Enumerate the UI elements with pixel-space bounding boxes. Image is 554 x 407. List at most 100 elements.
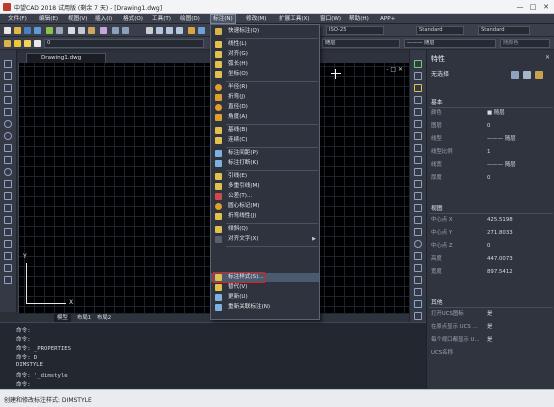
menu-item-center-mark[interactable]: 圆心标记(M): [211, 202, 319, 211]
zoom-extents-icon[interactable]: [414, 312, 422, 320]
insert-block-icon[interactable]: [4, 192, 12, 200]
menu-item-reassociate[interactable]: 重新关联标注(N): [211, 303, 319, 312]
section-basic[interactable]: 基本: [429, 98, 553, 108]
ellipse-arc-icon[interactable]: [4, 180, 12, 188]
polygon-icon[interactable]: [4, 96, 12, 104]
menu-item-leader[interactable]: 引线(E): [211, 172, 319, 181]
copy-object-icon[interactable]: [414, 72, 422, 80]
arc-icon[interactable]: [4, 120, 12, 128]
extend-icon[interactable]: [414, 180, 422, 188]
cut-icon[interactable]: [68, 27, 75, 34]
open-file-icon[interactable]: [14, 27, 21, 34]
quick-select-icon[interactable]: [511, 71, 519, 79]
menu-item-jogged-linear[interactable]: 折弯线性(J): [211, 212, 319, 221]
join-icon[interactable]: [414, 204, 422, 212]
mirror-icon[interactable]: [414, 84, 422, 92]
make-block-icon[interactable]: [4, 204, 12, 212]
menu-help[interactable]: 帮助(H): [347, 15, 371, 23]
prop-color[interactable]: 颜色 ■ 随层: [431, 109, 551, 118]
menu-item-update[interactable]: 更新(U): [211, 293, 319, 302]
selection-dropdown[interactable]: 无选择: [431, 70, 507, 80]
menu-item-diameter[interactable]: 直径(D): [211, 103, 319, 112]
tablestyle-combo[interactable]: Standard: [478, 26, 530, 35]
menu-item-oblique[interactable]: 倾斜(Q): [211, 225, 319, 234]
prop-ucs-per-viewport[interactable]: 每个视口都显示 U... 是: [431, 336, 551, 345]
close-button[interactable]: ✕: [540, 2, 552, 12]
scale-icon[interactable]: [414, 144, 422, 152]
layer-manager-icon[interactable]: [4, 40, 11, 47]
hatch-icon[interactable]: [4, 228, 12, 236]
minimize-button[interactable]: —: [514, 2, 526, 12]
layer-on-icon[interactable]: [14, 40, 21, 47]
menu-item-aligned[interactable]: 对齐(G): [211, 50, 319, 59]
section-view[interactable]: 视图: [429, 204, 553, 214]
menu-item-arc-length[interactable]: 弧长(H): [211, 60, 319, 69]
properties-icon[interactable]: [188, 27, 195, 34]
color-combo[interactable]: 随层: [322, 39, 400, 48]
menu-item-dimension-break[interactable]: 标注打断(K): [211, 159, 319, 168]
new-file-icon[interactable]: [4, 27, 11, 34]
menu-item-multileader[interactable]: 多重引线(M): [211, 182, 319, 191]
menu-item-continue[interactable]: 连续(C): [211, 136, 319, 145]
line-icon[interactable]: [4, 60, 12, 68]
menu-item-dimension-space[interactable]: 标注间距(P): [211, 149, 319, 158]
linetype-combo[interactable]: ——— 随层: [404, 39, 496, 48]
menu-item-align-text[interactable]: 对齐文字(X) ▶: [211, 235, 319, 244]
menu-item-ordinate[interactable]: 坐标(O): [211, 70, 319, 79]
menu-dimension[interactable]: 标注(N): [210, 14, 236, 24]
ellipse-icon[interactable]: [4, 168, 12, 176]
document-tab[interactable]: Drawing1.dwg: [26, 53, 106, 63]
toggle-pickadd-icon[interactable]: [535, 71, 543, 79]
save-icon[interactable]: [24, 27, 31, 34]
menu-item-override[interactable]: 替代(V): [211, 283, 319, 292]
prop-width[interactable]: 宽度 897.5412: [431, 268, 551, 277]
menu-draw[interactable]: 绘图(D): [178, 15, 202, 23]
menu-tools[interactable]: 工具(T): [150, 15, 173, 23]
section-misc[interactable]: 其他: [429, 298, 553, 308]
prop-thickness[interactable]: 厚度 0: [431, 174, 551, 183]
print-preview-icon[interactable]: [56, 27, 63, 34]
menu-item-baseline[interactable]: 基线(B): [211, 126, 319, 135]
prop-ucs-icon-on[interactable]: 打开UCS图标是: [431, 310, 551, 319]
menu-extension-tools[interactable]: 扩展工具(X): [277, 15, 312, 23]
menu-item-angular[interactable]: 角度(A): [211, 113, 319, 122]
text-icon[interactable]: [414, 252, 422, 260]
construction-line-icon[interactable]: [4, 72, 12, 80]
menu-edit[interactable]: 编辑(E): [37, 15, 60, 23]
prop-lineweight[interactable]: 线宽 ——— 随层: [431, 161, 551, 170]
command-input[interactable]: 命令:: [16, 380, 31, 388]
menu-file[interactable]: 文件(F): [6, 15, 29, 23]
panel-close-icon[interactable]: ✕: [545, 54, 550, 61]
fillet-icon[interactable]: [414, 228, 422, 236]
zoom-realtime-icon[interactable]: [156, 27, 163, 34]
zoom-previous-icon[interactable]: [176, 27, 183, 34]
point-icon[interactable]: [4, 216, 12, 224]
erase-icon[interactable]: [414, 60, 422, 68]
plotstyle-combo[interactable]: 随颜色: [500, 39, 550, 48]
copy-icon[interactable]: [78, 27, 85, 34]
revision-cloud-icon[interactable]: [4, 144, 12, 152]
spline-icon[interactable]: [4, 156, 12, 164]
zoom-window-icon[interactable]: [166, 27, 173, 34]
maximize-button[interactable]: □: [527, 2, 539, 12]
region-icon[interactable]: [4, 252, 12, 260]
menu-format[interactable]: 格式(O): [121, 15, 145, 23]
polyline-icon[interactable]: [4, 84, 12, 92]
pan-icon[interactable]: [146, 27, 153, 34]
menu-item-quick-dimension[interactable]: 快速标注(Q): [211, 27, 319, 36]
print-icon[interactable]: [46, 27, 53, 34]
stretch-icon[interactable]: [414, 156, 422, 164]
layer-combo[interactable]: 0: [44, 39, 204, 48]
dimstyle-combo[interactable]: ISO-25: [326, 26, 384, 35]
chamfer-icon[interactable]: [414, 216, 422, 224]
prop-ucs-name[interactable]: UCS名称: [431, 349, 551, 358]
textstyle-combo[interactable]: Standard: [416, 26, 464, 35]
menu-modify[interactable]: 修改(M): [244, 15, 268, 23]
break-icon[interactable]: [414, 192, 422, 200]
array-icon[interactable]: [414, 108, 422, 116]
measure-icon[interactable]: [414, 276, 422, 284]
layer-color-icon[interactable]: [34, 40, 41, 47]
layer-state-icon[interactable]: [414, 288, 422, 296]
layer-freeze-icon[interactable]: [24, 40, 31, 47]
menu-view[interactable]: 视图(V): [66, 15, 89, 23]
